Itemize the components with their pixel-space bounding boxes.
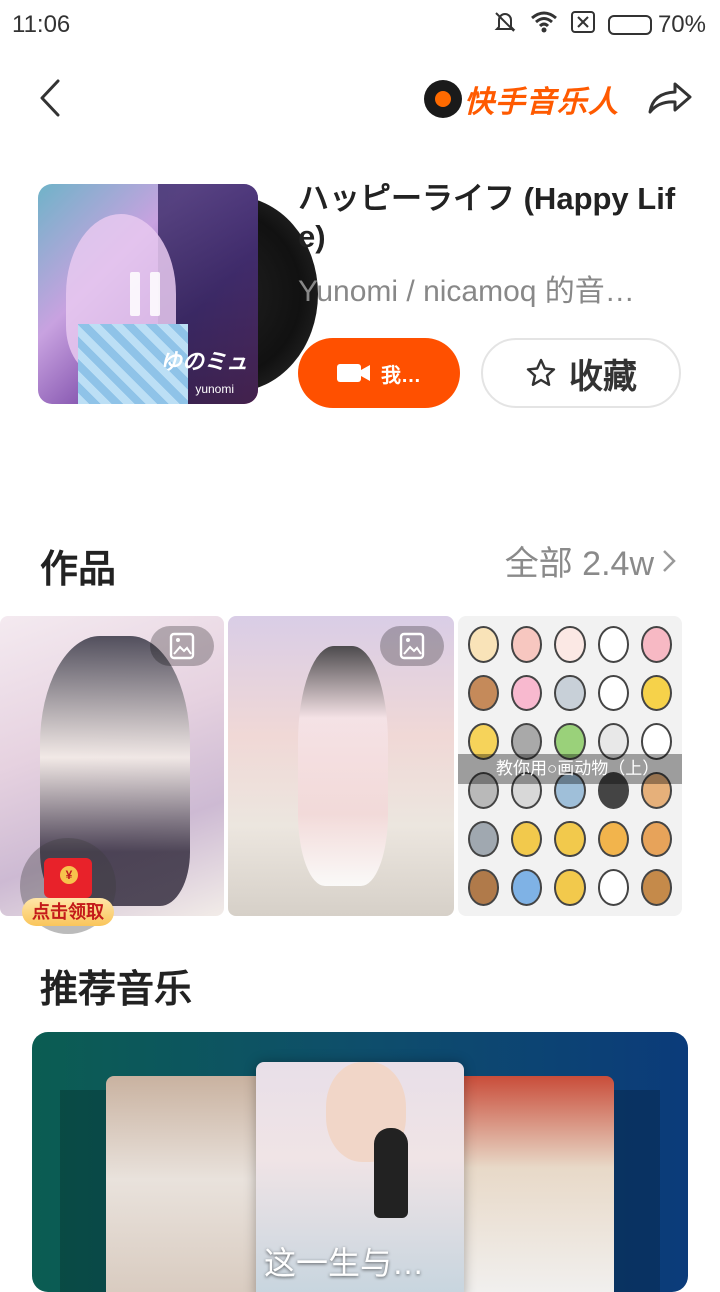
logo-text: 快手音乐人 bbox=[464, 86, 619, 119]
logo-disc-icon bbox=[424, 80, 462, 118]
share-button[interactable] bbox=[644, 76, 696, 120]
chevron-left-icon bbox=[40, 79, 60, 117]
favorite-button-label: 收藏 bbox=[569, 357, 637, 396]
photo-icon bbox=[169, 632, 195, 660]
works-all-link[interactable]: 全部 2.4w bbox=[505, 536, 676, 585]
song-artist[interactable]: Yunomi / nicamoq 的音… bbox=[298, 266, 688, 310]
shoot-same-button[interactable]: 我… bbox=[298, 338, 460, 408]
cover-logo: ゆのミュ bbox=[159, 349, 248, 374]
battery-icon bbox=[607, 15, 652, 35]
album-art[interactable]: ゆのミュ yunomi bbox=[38, 184, 318, 404]
recommend-section-title: 推荐音乐 bbox=[40, 969, 193, 1011]
chevron-right-icon bbox=[663, 549, 676, 572]
red-packet-label: 点击领取 bbox=[22, 898, 114, 926]
song-title: ハッピーライフ (Happy Life) bbox=[298, 181, 676, 254]
battery-indicator: 70% bbox=[607, 11, 706, 39]
status-time: 11:06 bbox=[12, 11, 71, 38]
nav-bar: 快手音乐人 bbox=[0, 62, 720, 136]
image-post-badge bbox=[380, 626, 444, 666]
image-post-badge bbox=[150, 626, 214, 666]
cover-subtitle: yunomi bbox=[195, 382, 234, 396]
work-item[interactable] bbox=[228, 616, 454, 916]
microphone-icon bbox=[374, 1128, 408, 1218]
recommend-thumbnail[interactable] bbox=[456, 1076, 614, 1292]
recommend-caption: 这一生与… bbox=[264, 1245, 425, 1281]
pause-icon[interactable] bbox=[130, 272, 166, 316]
no-sim-icon bbox=[570, 10, 596, 41]
works-all-label: 全部 2.4w bbox=[504, 545, 654, 583]
video-camera-icon bbox=[337, 364, 370, 382]
star-icon bbox=[526, 358, 556, 386]
work-thumbnail bbox=[298, 646, 388, 886]
battery-percent: 70% bbox=[657, 11, 706, 38]
red-envelope-icon bbox=[44, 858, 92, 898]
photo-icon bbox=[399, 632, 425, 660]
wifi-icon bbox=[530, 10, 558, 41]
back-button[interactable] bbox=[28, 76, 72, 120]
app-logo: 快手音乐人 bbox=[424, 76, 619, 122]
shoot-button-label: 我… bbox=[381, 364, 421, 387]
bell-muted-icon bbox=[492, 9, 518, 42]
work-caption: 教你用○画动物（上） bbox=[458, 754, 682, 784]
album-cover: ゆのミュ yunomi bbox=[38, 184, 258, 404]
status-bar: 11:06 70% bbox=[0, 0, 720, 50]
red-packet-widget[interactable]: 点击领取 bbox=[20, 838, 116, 934]
works-section-title: 作品 bbox=[40, 549, 117, 591]
favorite-button[interactable]: 收藏 bbox=[481, 338, 681, 408]
status-icons: 70% bbox=[492, 9, 706, 42]
work-item[interactable]: 教你用○画动物（上） bbox=[458, 616, 682, 916]
share-arrow-icon bbox=[648, 82, 692, 114]
